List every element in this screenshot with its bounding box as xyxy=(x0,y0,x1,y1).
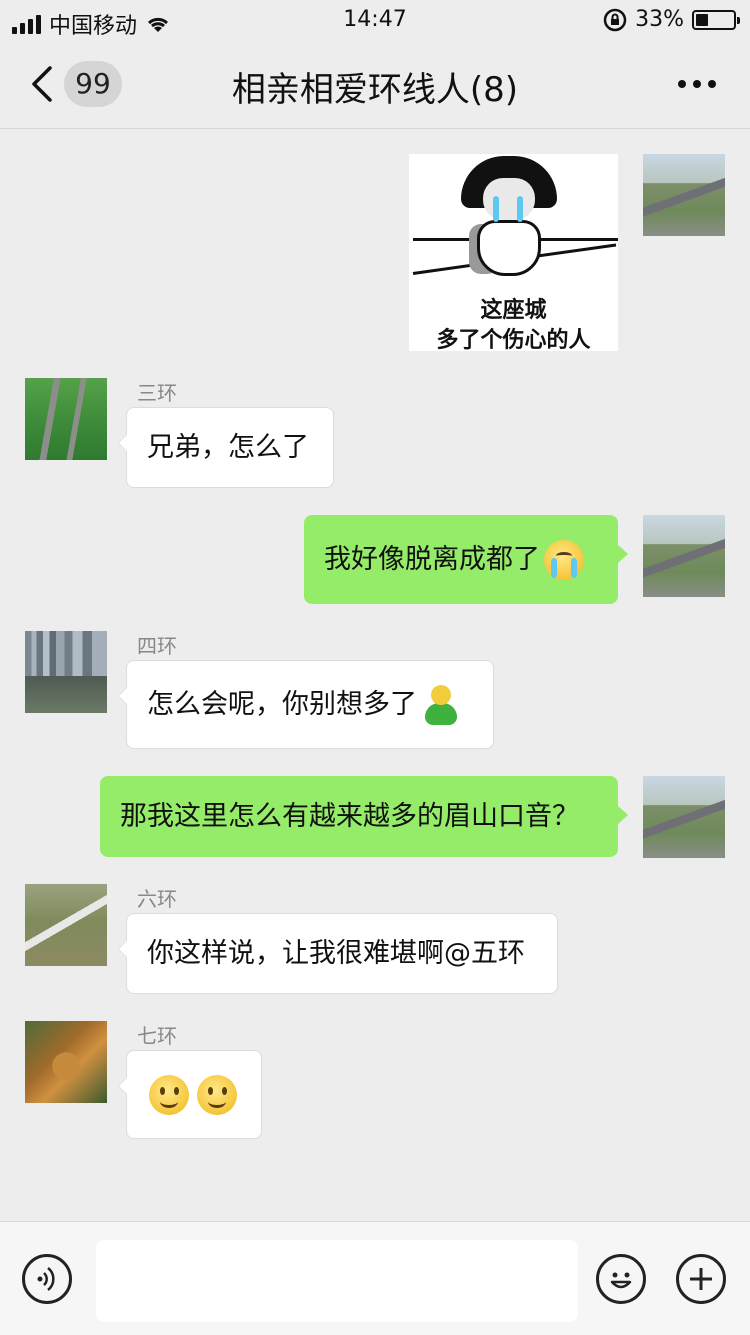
aerial-road-avatar[interactable] xyxy=(643,515,725,597)
sender-name: 三环 xyxy=(137,381,177,405)
sticker-caption-line1: 这座城 xyxy=(480,298,547,323)
status-right: 33% xyxy=(603,7,740,32)
outgoing-message-bubble[interactable]: 我好像脱离成都了 xyxy=(304,515,628,604)
message-text: 兄弟，怎么了 xyxy=(147,431,309,463)
status-bar: 中国移动 14:47 33% xyxy=(0,0,750,40)
sticker-body xyxy=(477,220,541,276)
battery-icon xyxy=(692,9,740,30)
voice-icon[interactable] xyxy=(22,1254,72,1304)
battery-fill xyxy=(696,13,708,26)
smiley-emoji xyxy=(197,1074,237,1115)
plus-icon[interactable] xyxy=(676,1254,726,1304)
interchange-avatar[interactable] xyxy=(25,1021,107,1103)
incoming-message-bubble[interactable] xyxy=(118,1050,262,1139)
crying-emoji xyxy=(544,539,584,580)
chat-messages[interactable]: 这座城 多了个伤心的人 三环 兄弟，怎么了 我好像脱离成都了 四环 怎么会呢，你… xyxy=(0,129,750,1221)
message-input[interactable] xyxy=(96,1240,578,1322)
more-options-icon[interactable] xyxy=(678,80,716,88)
ring-road-avatar[interactable] xyxy=(25,884,107,966)
incoming-message-bubble[interactable]: 怎么会呢，你别想多了 xyxy=(118,660,494,749)
sticker-tears xyxy=(493,196,499,222)
incoming-message-bubble[interactable]: 兄弟，怎么了 xyxy=(118,407,334,488)
sender-name: 六环 xyxy=(137,887,177,911)
message-text: 那我这里怎么有越来越多的眉山口音？ xyxy=(120,800,579,832)
sticker-message[interactable]: 这座城 多了个伤心的人 xyxy=(409,154,618,351)
nav-bar: 99 相亲相爱环线人(8) xyxy=(0,40,750,129)
rotation-lock-icon xyxy=(603,8,627,31)
message-text: 你这样说，让我很难堪啊@五环 xyxy=(147,937,525,969)
sender-name: 七环 xyxy=(137,1024,177,1048)
aerial-road-avatar[interactable] xyxy=(643,154,725,236)
green-figure-emoji xyxy=(421,684,461,725)
battery-percent: 33% xyxy=(635,7,684,32)
smiley-emoji xyxy=(149,1074,189,1115)
back-chevron-icon[interactable] xyxy=(28,66,58,102)
city-road-avatar[interactable] xyxy=(25,631,107,713)
sender-name: 四环 xyxy=(137,634,177,658)
outgoing-message-bubble[interactable]: 那我这里怎么有越来越多的眉山口音？ xyxy=(100,776,628,857)
chat-title: 相亲相爱环线人(8) xyxy=(231,70,519,110)
sticker-caption-line2: 多了个伤心的人 xyxy=(436,328,591,351)
unread-count-badge[interactable]: 99 xyxy=(64,61,122,107)
green-road-avatar[interactable] xyxy=(25,378,107,460)
input-bar xyxy=(0,1221,750,1335)
message-text: 怎么会呢，你别想多了 xyxy=(147,688,417,720)
emoji-icon[interactable] xyxy=(596,1254,646,1304)
message-text: 我好像脱离成都了 xyxy=(324,543,540,575)
incoming-message-bubble[interactable]: 你这样说，让我很难堪啊@五环 xyxy=(118,913,558,994)
sticker-face xyxy=(483,178,535,220)
aerial-road-avatar[interactable] xyxy=(643,776,725,858)
